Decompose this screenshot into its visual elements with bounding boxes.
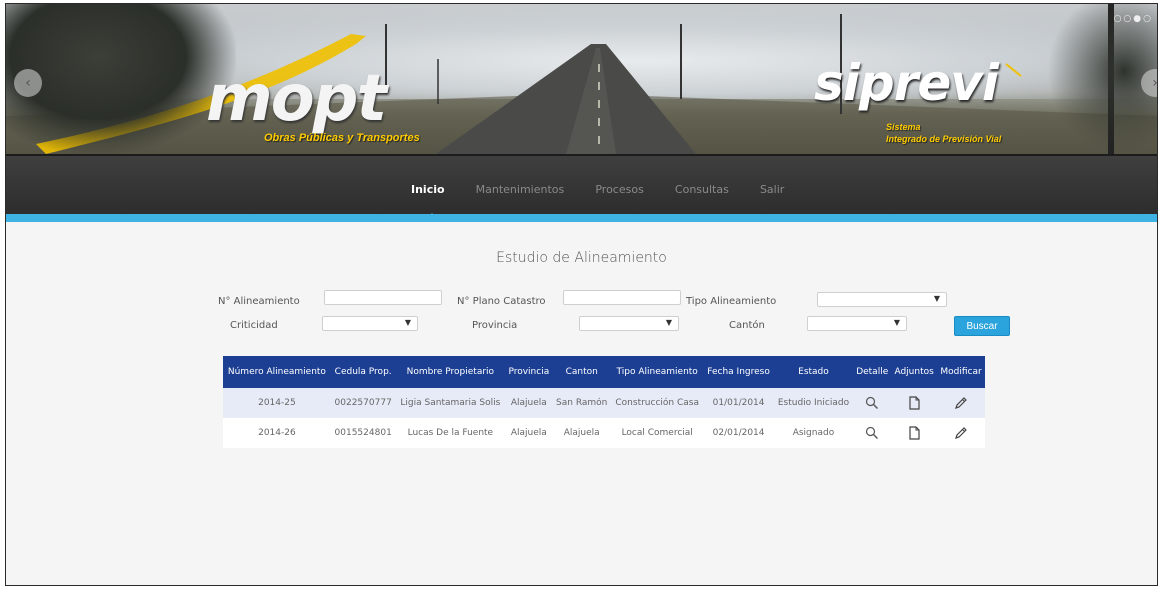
cell-provincia: Alajuela [510,428,547,438]
page-title: Estudio de Alineamiento [496,250,667,266]
mopt-logo-subtitle: Obras Públicas y Transportes [264,132,420,144]
table-row: 2014-26 0015524801 Lucas De la Fuente Al… [223,418,985,448]
slider-dots[interactable]: ○○●○ [1114,14,1153,24]
cell-tipo: Local Comercial [621,428,693,438]
nav-item-consultas[interactable]: Consultas [675,183,729,196]
chevron-down-icon: ▼ [893,318,900,327]
col-header-numero: Número Alineamiento [227,367,326,377]
header-banner: mopt Obras Públicas y Transportes siprev… [6,4,1157,154]
adjuntos-cell [891,418,937,448]
mopt-logo: mopt [206,62,387,136]
nav-accent-bar [6,214,1157,222]
cell-estado: Estudio Iniciado [777,398,850,408]
search-icon[interactable] [865,396,879,410]
cell-cedula: 0015524801 [334,428,392,438]
detalle-cell [853,418,891,448]
results-table: Número Alineamiento Cedula Prop. Nombre … [223,356,985,448]
detalle-cell [853,388,891,418]
search-icon[interactable] [865,426,879,440]
cell-numero: 2014-25 [258,398,296,408]
pencil-icon[interactable] [954,426,968,440]
document-icon[interactable] [907,396,921,410]
col-header-nombre: Nombre Propietario [406,367,495,377]
col-header-modificar: Modificar [940,367,982,377]
chevron-down-icon: ▼ [665,318,672,327]
chevron-down-icon: ▼ [404,318,411,327]
cell-fecha: 01/01/2014 [712,398,765,408]
cell-numero: 2014-26 [258,428,296,438]
document-icon[interactable] [907,426,921,440]
nav-item-label: Salir [759,183,785,196]
nav-item-mantenimientos[interactable]: Mantenimientos [476,183,565,196]
pencil-icon[interactable] [954,396,968,410]
table-header-row: Número Alineamiento Cedula Prop. Nombre … [223,356,985,388]
cell-cedula: 0022570777 [334,398,392,408]
nav-item-label: Procesos [595,183,644,196]
col-header-provincia: Provincia [508,367,550,377]
canton-label: Cantón [729,320,765,331]
col-header-adjuntos: Adjuntos [894,367,934,377]
col-header-fecha: Fecha Ingreso [707,367,770,377]
col-header-canton: Canton [565,367,598,377]
nav-item-label: Inicio [411,183,445,196]
table-row: 2014-25 0022570777 Ligia Santamaria Soli… [223,388,985,418]
cell-nombre: Lucas De la Fuente [407,428,494,438]
slider-prev-arrow-icon[interactable]: ‹ [14,69,42,97]
numero-alineamiento-input[interactable] [324,290,442,305]
modificar-cell [937,388,985,418]
siprevi-logo-subtitle-1: Sistema [886,122,921,132]
cell-provincia: Alajuela [510,398,547,408]
nav-item-salir[interactable]: Salir [760,183,784,196]
col-header-tipo: Tipo Alineamiento [616,367,698,377]
numero-alineamiento-label: N° Alineamiento [218,296,300,307]
cell-estado: Asignado [792,428,835,438]
nav-item-label: Mantenimientos [475,183,565,196]
col-header-detalle: Detalle [856,367,889,377]
tipo-alineamiento-select[interactable]: ▼ [817,292,947,307]
search-button[interactable]: Buscar [954,316,1010,336]
canton-select[interactable]: ▼ [807,316,907,331]
nav-item-procesos[interactable]: Procesos [595,183,643,196]
cell-canton: Alajuela [563,428,600,438]
criticidad-select[interactable]: ▼ [322,316,418,331]
provincia-label: Provincia [472,320,518,331]
siprevi-logo-subtitle-2: Integrado de Previsión Vial [886,134,1002,144]
cell-canton: San Ramón [556,398,608,408]
provincia-select[interactable]: ▼ [579,316,679,331]
adjuntos-cell [891,388,937,418]
modificar-cell [937,418,985,448]
col-header-estado: Estado [798,367,829,377]
tipo-alineamiento-label: Tipo Alineamiento [686,296,777,307]
app-frame: mopt Obras Públicas y Transportes siprev… [5,3,1158,586]
cell-nombre: Ligia Santamaria Solis [400,398,501,408]
plano-catastro-label: N° Plano Catastro [457,296,546,307]
siprevi-logo: siprevi [814,54,999,112]
nav-item-inicio[interactable]: Inicio [411,183,445,219]
cell-tipo: Construcción Casa [615,398,699,408]
chevron-down-icon: ▼ [933,294,940,303]
criticidad-label: Criticidad [230,320,278,331]
col-header-cedula: Cedula Prop. [334,367,392,377]
main-nav: Inicio Mantenimientos Procesos Consultas… [6,154,1157,219]
plano-catastro-input[interactable] [563,290,681,305]
nav-item-label: Consultas [674,183,729,196]
cell-fecha: 02/01/2014 [712,428,765,438]
